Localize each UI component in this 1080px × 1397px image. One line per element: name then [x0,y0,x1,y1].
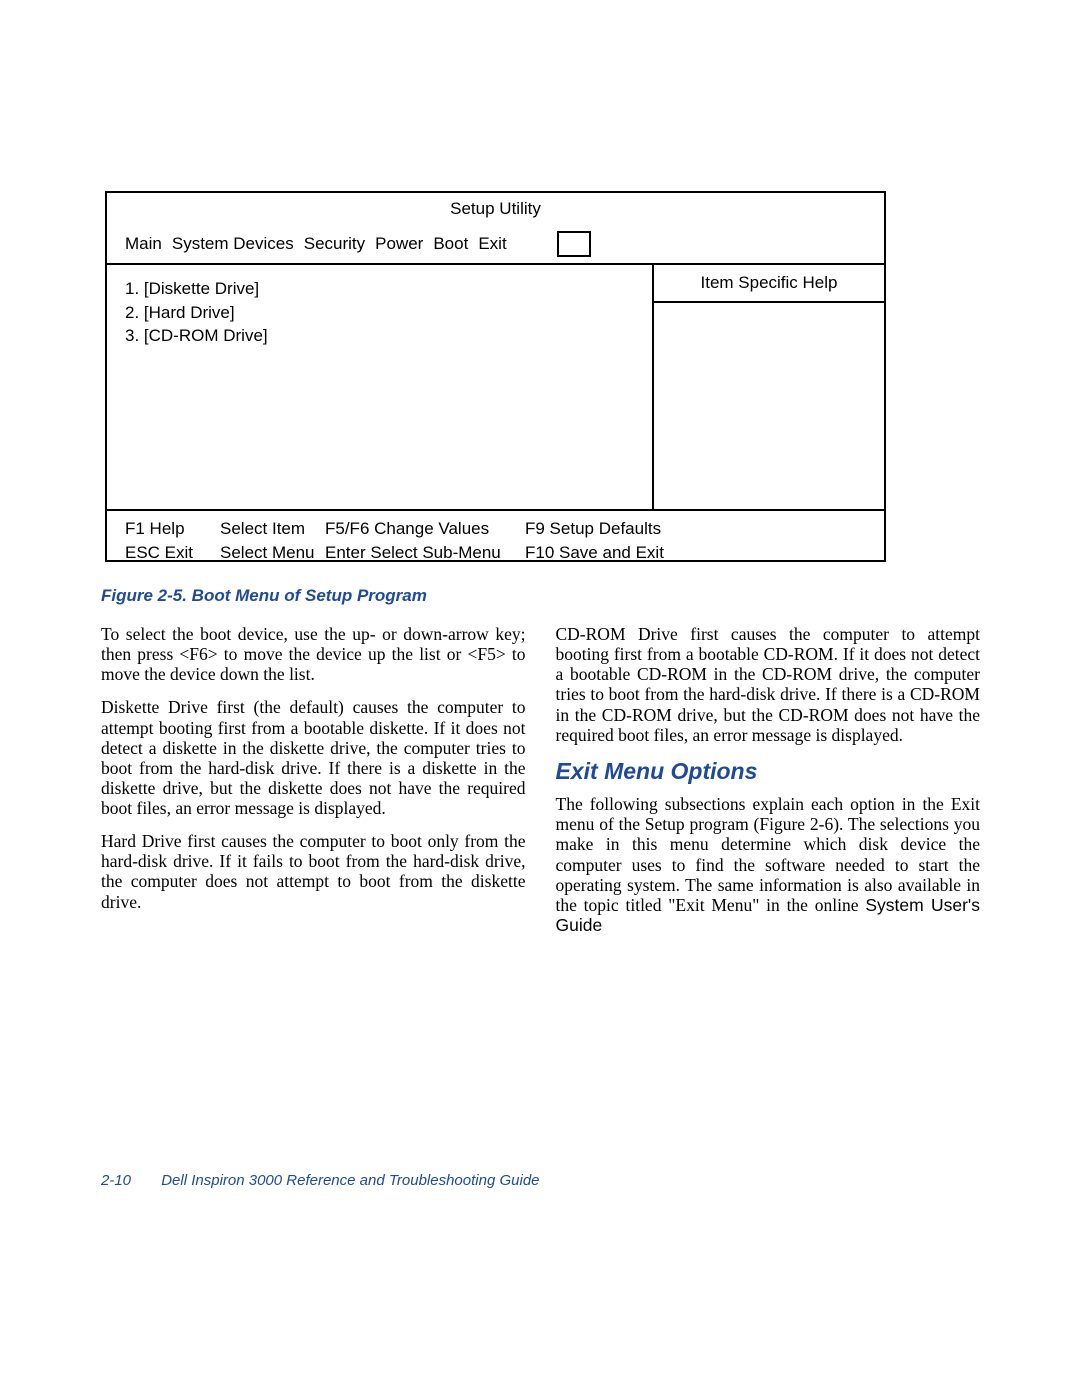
body-text: To select the boot device, use the up- o… [101,624,980,936]
bios-menu-bar: Main System Devices Security Power Boot … [107,221,884,263]
page-footer: 2-10 Dell Inspiron 3000 Reference and Tr… [101,1172,540,1189]
paragraph: The following subsections explain each o… [556,794,981,935]
bios-menu-selector-box [557,231,591,257]
bios-figure: Setup Utility Main System Devices Securi… [105,191,886,562]
bios-footer-row: F1 Help Select Item F5/F6 Change Values … [125,517,866,541]
bios-key-hint: F1 Help [125,517,220,541]
paragraph: Hard Drive first causes the computer to … [101,831,526,912]
section-heading: Exit Menu Options [556,758,981,784]
bios-key-hint: F5/F6 Change Values [325,517,525,541]
bios-menu-exit: Exit [478,232,506,256]
bios-help-body [654,303,884,509]
figure-caption: Figure 2-5. Boot Menu of Setup Program [101,586,427,606]
bios-key-hint: F9 Setup Defaults [525,517,705,541]
bios-key-hint: Select Menu [220,541,325,565]
boot-item: 3. [CD-ROM Drive] [125,324,634,348]
bios-footer-row: ESC Exit Select Menu Enter Select Sub-Me… [125,541,866,565]
boot-item: 2. [Hard Drive] [125,301,634,325]
paragraph: CD-ROM Drive first causes the computer t… [556,624,981,745]
bios-body: 1. [Diskette Drive] 2. [Hard Drive] 3. [… [107,265,884,509]
bios-menu-power: Power [375,232,423,256]
boot-item: 1. [Diskette Drive] [125,277,634,301]
bios-help-pane: Item Specific Help [652,265,884,509]
bios-menu-devices: System Devices [172,232,294,256]
paragraph: Diskette Drive first (the default) cause… [101,697,526,818]
page-number: 2-10 [101,1172,131,1189]
bios-help-header: Item Specific Help [654,265,884,303]
document-page: Setup Utility Main System Devices Securi… [0,0,1080,1397]
bios-footer: F1 Help Select Item F5/F6 Change Values … [107,511,884,573]
paragraph: To select the boot device, use the up- o… [101,624,526,684]
bios-menu-boot: Boot [433,232,468,256]
bios-key-hint: Select Item [220,517,325,541]
bios-boot-list: 1. [Diskette Drive] 2. [Hard Drive] 3. [… [107,265,652,509]
bios-title: Setup Utility [107,193,884,221]
footer-title: Dell Inspiron 3000 Reference and Trouble… [161,1172,539,1189]
bios-menu-security: Security [304,232,365,256]
bios-key-hint: F10 Save and Exit [525,541,705,565]
bios-key-hint: ESC Exit [125,541,220,565]
bios-key-hint: Enter Select Sub-Menu [325,541,525,565]
bios-menu-main: Main [125,232,162,256]
